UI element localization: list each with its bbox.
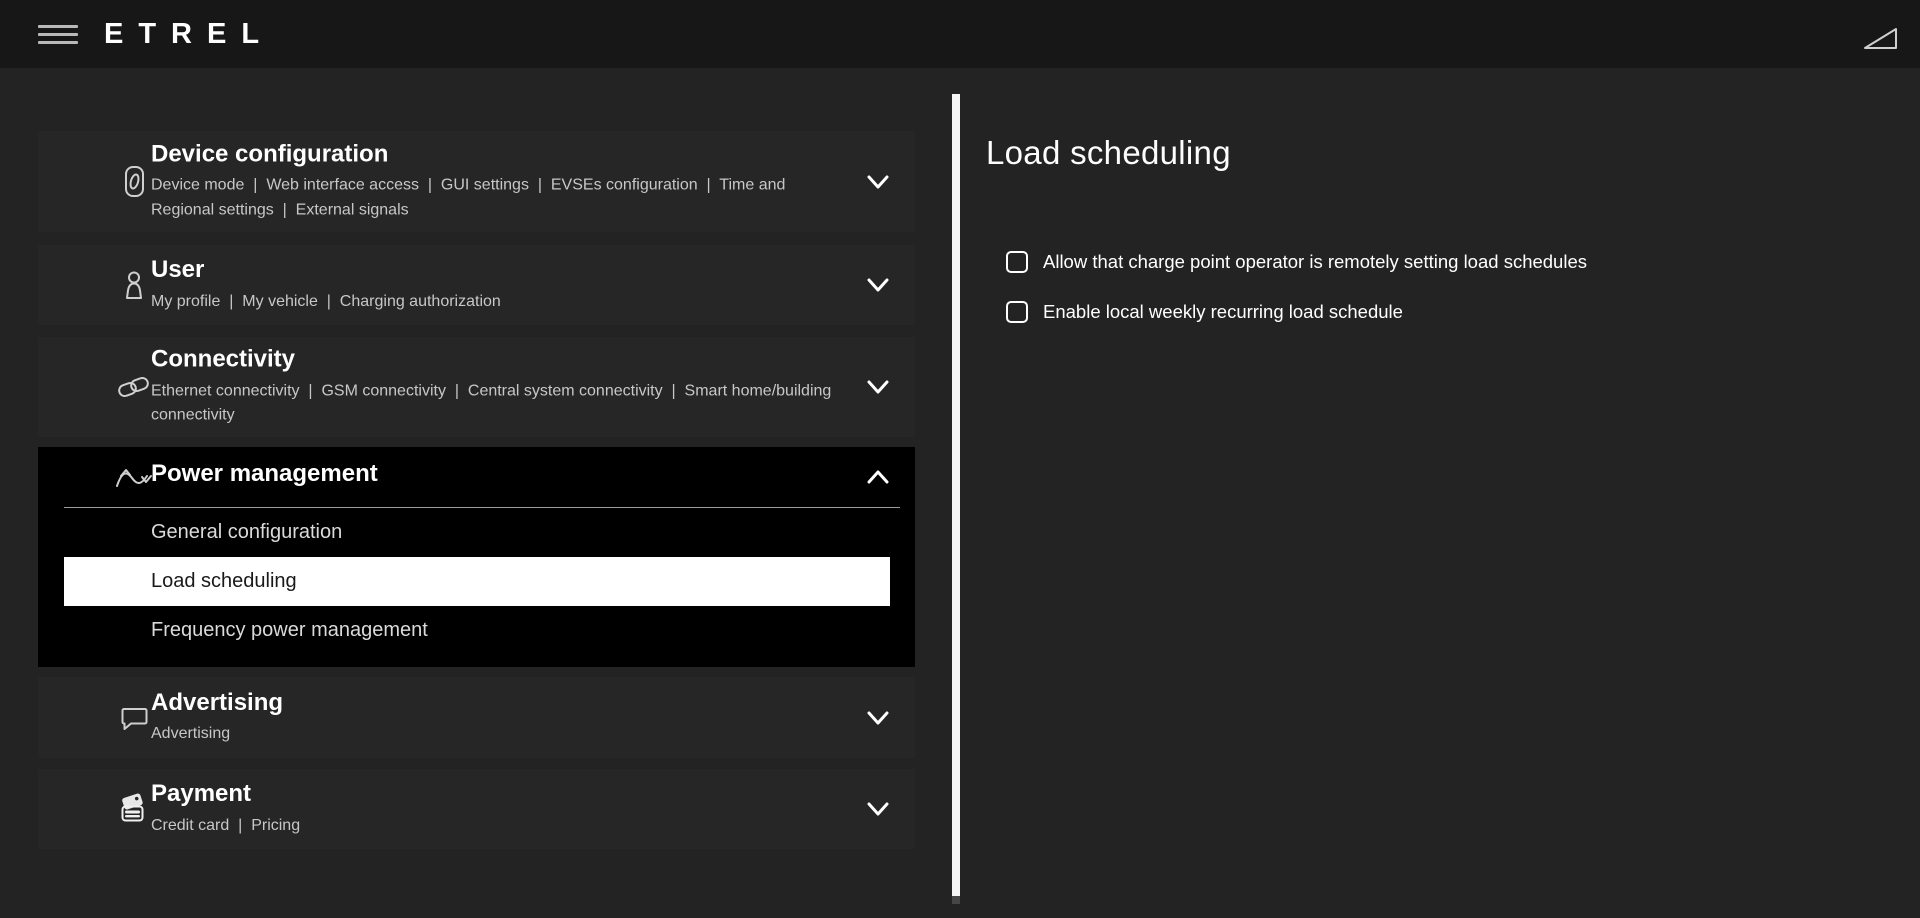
checkbox-row-weekly-recurring-schedule[interactable]: Enable local weekly recurring load sched…	[1006, 299, 1403, 325]
section-title: Advertising	[151, 688, 845, 716]
checkbox-label[interactable]: Allow that charge point operator is remo…	[1043, 249, 1587, 275]
signal-triangle-icon	[1862, 26, 1900, 52]
menu-item-label: Load scheduling	[151, 570, 297, 593]
page-title: Load scheduling	[986, 134, 1231, 172]
checkbox-label[interactable]: Enable local weekly recurring load sched…	[1043, 299, 1403, 325]
chevron-down-icon[interactable]	[865, 171, 891, 193]
chevron-down-icon[interactable]	[865, 376, 891, 398]
menu-item-general-configuration[interactable]: General configuration	[38, 508, 915, 557]
section-quick-links[interactable]: Advertising	[151, 722, 845, 747]
menu-item-label: Frequency power management	[151, 619, 428, 642]
user-icon	[112, 269, 156, 301]
power-wave-icon	[112, 463, 156, 491]
checkbox-unchecked-icon[interactable]	[1006, 251, 1028, 273]
section-payment[interactable]: Payment Credit card | Pricing	[38, 769, 915, 849]
chevron-up-icon[interactable]	[865, 466, 891, 488]
section-quick-links[interactable]: Ethernet connectivity | GSM connectivity…	[151, 379, 845, 429]
device-icon	[112, 165, 156, 199]
chevron-down-icon[interactable]	[865, 274, 891, 296]
chain-link-icon	[112, 372, 156, 402]
section-power-management[interactable]: Power management General configuration L…	[38, 447, 915, 667]
section-quick-links[interactable]: My profile | My vehicle | Charging autho…	[151, 289, 845, 314]
section-advertising[interactable]: Advertising Advertising	[38, 677, 915, 758]
section-device-configuration[interactable]: Device configuration Device mode | Web i…	[38, 131, 915, 232]
speech-bubble-icon	[112, 703, 156, 733]
etrel-logo: ETREL	[104, 17, 274, 51]
section-quick-links[interactable]: Device mode | Web interface access | GUI…	[151, 174, 845, 224]
top-bar: ETREL	[0, 0, 1920, 68]
menu-item-frequency-power-management[interactable]: Frequency power management	[38, 606, 915, 655]
section-header[interactable]: Power management	[38, 447, 915, 507]
checkbox-row-operator-load-schedules[interactable]: Allow that charge point operator is remo…	[1006, 249, 1587, 275]
checkbox-unchecked-icon[interactable]	[1006, 301, 1028, 323]
scrollbar-track-end	[952, 896, 960, 904]
section-user[interactable]: User My profile | My vehicle | Charging …	[38, 245, 915, 325]
menu-item-label: General configuration	[151, 521, 342, 544]
section-title: Payment	[151, 780, 845, 808]
section-quick-links[interactable]: Credit card | Pricing	[151, 813, 845, 838]
section-connectivity[interactable]: Connectivity Ethernet connectivity | GSM…	[38, 337, 915, 437]
hamburger-icon[interactable]	[38, 25, 78, 45]
chevron-down-icon[interactable]	[865, 707, 891, 729]
section-title: Device configuration	[151, 140, 845, 168]
credit-cards-icon	[112, 792, 156, 826]
section-title: Connectivity	[151, 345, 845, 373]
chevron-down-icon[interactable]	[865, 798, 891, 820]
scrollbar-thumb[interactable]	[952, 94, 960, 896]
section-title: User	[151, 256, 845, 284]
vertical-scrollbar[interactable]	[952, 94, 960, 918]
section-title: Power management	[151, 460, 845, 488]
etrel-settings-screen: ETREL Device configuration Device mode |…	[0, 0, 1920, 918]
menu-item-load-scheduling[interactable]: Load scheduling	[64, 557, 890, 606]
